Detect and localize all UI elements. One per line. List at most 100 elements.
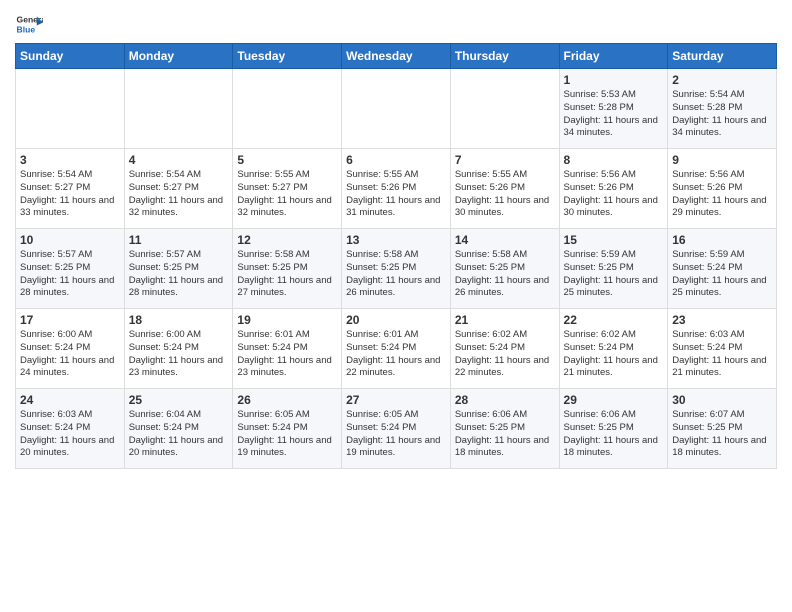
- day-number: 14: [455, 233, 555, 247]
- calendar-cell: 19 Sunrise: 6:01 AM Sunset: 5:24 PM Dayli…: [233, 309, 342, 389]
- svg-text:Blue: Blue: [17, 25, 36, 35]
- weekday-header-friday: Friday: [559, 44, 668, 69]
- weekday-header-tuesday: Tuesday: [233, 44, 342, 69]
- day-number: 8: [564, 153, 664, 167]
- day-info: Sunrise: 5:57 AM Sunset: 5:25 PM Dayligh…: [129, 249, 229, 300]
- day-info: Sunrise: 5:54 AM Sunset: 5:27 PM Dayligh…: [20, 169, 120, 220]
- calendar-cell: 28 Sunrise: 6:06 AM Sunset: 5:25 PM Dayli…: [450, 389, 559, 469]
- calendar-cell: 20 Sunrise: 6:01 AM Sunset: 5:24 PM Dayli…: [342, 309, 451, 389]
- calendar-cell: 29Sunrise: 6:06 AM Sunset: 5:25 PM Dayli…: [559, 389, 668, 469]
- day-info: Sunrise: 6:02 AM Sunset: 5:24 PM Dayligh…: [455, 329, 555, 380]
- day-number: 25: [129, 393, 229, 407]
- calendar-cell: 9 Sunrise: 5:56 AM Sunset: 5:26 PM Daylig…: [668, 149, 777, 229]
- calendar-cell: 5 Sunrise: 5:55 AM Sunset: 5:27 PM Daylig…: [233, 149, 342, 229]
- calendar-cell: 8Sunrise: 5:56 AM Sunset: 5:26 PM Daylig…: [559, 149, 668, 229]
- day-number: 15: [564, 233, 664, 247]
- day-number: 18: [129, 313, 229, 327]
- calendar-cell: 14 Sunrise: 5:58 AM Sunset: 5:25 PM Dayli…: [450, 229, 559, 309]
- day-info: Sunrise: 6:06 AM Sunset: 5:25 PM Dayligh…: [564, 409, 664, 460]
- day-number: 11: [129, 233, 229, 247]
- calendar-cell: 6 Sunrise: 5:55 AM Sunset: 5:26 PM Daylig…: [342, 149, 451, 229]
- logo-icon: General Blue: [15, 10, 43, 38]
- calendar-cell: 1 Sunrise: 5:53 AM Sunset: 5:28 PM Daylig…: [559, 69, 668, 149]
- calendar-cell: [233, 69, 342, 149]
- day-info: Sunrise: 6:05 AM Sunset: 5:24 PM Dayligh…: [346, 409, 446, 460]
- calendar-cell: 4 Sunrise: 5:54 AM Sunset: 5:27 PM Daylig…: [124, 149, 233, 229]
- day-number: 22: [564, 313, 664, 327]
- day-number: 1: [564, 73, 664, 87]
- calendar-cell: 2 Sunrise: 5:54 AM Sunset: 5:28 PM Daylig…: [668, 69, 777, 149]
- day-number: 17: [20, 313, 120, 327]
- calendar-week-row: 1 Sunrise: 5:53 AM Sunset: 5:28 PM Daylig…: [16, 69, 777, 149]
- calendar-cell: 30 Sunrise: 6:07 AM Sunset: 5:25 PM Dayli…: [668, 389, 777, 469]
- day-number: 3: [20, 153, 120, 167]
- calendar-cell: 21 Sunrise: 6:02 AM Sunset: 5:24 PM Dayli…: [450, 309, 559, 389]
- day-number: 16: [672, 233, 772, 247]
- day-info: Sunrise: 6:05 AM Sunset: 5:24 PM Dayligh…: [237, 409, 337, 460]
- day-number: 7: [455, 153, 555, 167]
- calendar-cell: 26 Sunrise: 6:05 AM Sunset: 5:24 PM Dayli…: [233, 389, 342, 469]
- day-number: 4: [129, 153, 229, 167]
- page-header: General Blue: [15, 10, 777, 38]
- day-info: Sunrise: 6:06 AM Sunset: 5:25 PM Dayligh…: [455, 409, 555, 460]
- day-info: Sunrise: 5:56 AM Sunset: 5:26 PM Dayligh…: [672, 169, 772, 220]
- day-number: 20: [346, 313, 446, 327]
- calendar-cell: 13Sunrise: 5:58 AM Sunset: 5:25 PM Dayli…: [342, 229, 451, 309]
- day-number: 10: [20, 233, 120, 247]
- day-number: 21: [455, 313, 555, 327]
- calendar-cell: 7Sunrise: 5:55 AM Sunset: 5:26 PM Daylig…: [450, 149, 559, 229]
- weekday-header-sunday: Sunday: [16, 44, 125, 69]
- calendar-cell: 17 Sunrise: 6:00 AM Sunset: 5:24 PM Dayli…: [16, 309, 125, 389]
- calendar-table: SundayMondayTuesdayWednesdayThursdayFrid…: [15, 43, 777, 469]
- day-info: Sunrise: 5:58 AM Sunset: 5:25 PM Dayligh…: [455, 249, 555, 300]
- calendar-cell: 25Sunrise: 6:04 AM Sunset: 5:24 PM Dayli…: [124, 389, 233, 469]
- day-info: Sunrise: 5:54 AM Sunset: 5:28 PM Dayligh…: [672, 89, 772, 140]
- calendar-cell: 27Sunrise: 6:05 AM Sunset: 5:24 PM Dayli…: [342, 389, 451, 469]
- calendar-week-row: 10 Sunrise: 5:57 AM Sunset: 5:25 PM Dayli…: [16, 229, 777, 309]
- calendar-week-row: 24Sunrise: 6:03 AM Sunset: 5:24 PM Dayli…: [16, 389, 777, 469]
- calendar-cell: 24Sunrise: 6:03 AM Sunset: 5:24 PM Dayli…: [16, 389, 125, 469]
- day-info: Sunrise: 5:55 AM Sunset: 5:27 PM Dayligh…: [237, 169, 337, 220]
- calendar-cell: 11 Sunrise: 5:57 AM Sunset: 5:25 PM Dayli…: [124, 229, 233, 309]
- weekday-header-saturday: Saturday: [668, 44, 777, 69]
- day-number: 12: [237, 233, 337, 247]
- day-info: Sunrise: 5:55 AM Sunset: 5:26 PM Dayligh…: [346, 169, 446, 220]
- calendar-week-row: 17 Sunrise: 6:00 AM Sunset: 5:24 PM Dayli…: [16, 309, 777, 389]
- calendar-cell: [342, 69, 451, 149]
- day-number: 2: [672, 73, 772, 87]
- calendar-cell: [450, 69, 559, 149]
- calendar-cell: 15 Sunrise: 5:59 AM Sunset: 5:25 PM Dayli…: [559, 229, 668, 309]
- calendar-cell: 12Sunrise: 5:58 AM Sunset: 5:25 PM Dayli…: [233, 229, 342, 309]
- day-info: Sunrise: 6:02 AM Sunset: 5:24 PM Dayligh…: [564, 329, 664, 380]
- weekday-header-monday: Monday: [124, 44, 233, 69]
- day-info: Sunrise: 6:00 AM Sunset: 5:24 PM Dayligh…: [20, 329, 120, 380]
- day-number: 26: [237, 393, 337, 407]
- calendar-cell: 3 Sunrise: 5:54 AM Sunset: 5:27 PM Daylig…: [16, 149, 125, 229]
- calendar-cell: [124, 69, 233, 149]
- day-number: 5: [237, 153, 337, 167]
- calendar-cell: 10Sunrise: 5:57 AM Sunset: 5:25 PM Dayli…: [16, 229, 125, 309]
- weekday-header-thursday: Thursday: [450, 44, 559, 69]
- day-info: Sunrise: 6:01 AM Sunset: 5:24 PM Dayligh…: [346, 329, 446, 380]
- calendar-cell: 18Sunrise: 6:00 AM Sunset: 5:24 PM Dayli…: [124, 309, 233, 389]
- day-number: 28: [455, 393, 555, 407]
- day-info: Sunrise: 6:03 AM Sunset: 5:24 PM Dayligh…: [20, 409, 120, 460]
- day-info: Sunrise: 5:53 AM Sunset: 5:28 PM Dayligh…: [564, 89, 664, 140]
- day-number: 19: [237, 313, 337, 327]
- day-info: Sunrise: 5:59 AM Sunset: 5:25 PM Dayligh…: [564, 249, 664, 300]
- day-info: Sunrise: 6:03 AM Sunset: 5:24 PM Dayligh…: [672, 329, 772, 380]
- day-info: Sunrise: 5:54 AM Sunset: 5:27 PM Dayligh…: [129, 169, 229, 220]
- calendar-cell: [16, 69, 125, 149]
- day-info: Sunrise: 6:01 AM Sunset: 5:24 PM Dayligh…: [237, 329, 337, 380]
- day-info: Sunrise: 6:07 AM Sunset: 5:25 PM Dayligh…: [672, 409, 772, 460]
- day-number: 30: [672, 393, 772, 407]
- weekday-header-wednesday: Wednesday: [342, 44, 451, 69]
- day-info: Sunrise: 5:58 AM Sunset: 5:25 PM Dayligh…: [346, 249, 446, 300]
- calendar-cell: 22 Sunrise: 6:02 AM Sunset: 5:24 PM Dayli…: [559, 309, 668, 389]
- day-number: 6: [346, 153, 446, 167]
- logo: General Blue: [15, 10, 43, 38]
- calendar-week-row: 3 Sunrise: 5:54 AM Sunset: 5:27 PM Daylig…: [16, 149, 777, 229]
- day-number: 9: [672, 153, 772, 167]
- calendar-cell: 16 Sunrise: 5:59 AM Sunset: 5:24 PM Dayli…: [668, 229, 777, 309]
- day-info: Sunrise: 5:59 AM Sunset: 5:24 PM Dayligh…: [672, 249, 772, 300]
